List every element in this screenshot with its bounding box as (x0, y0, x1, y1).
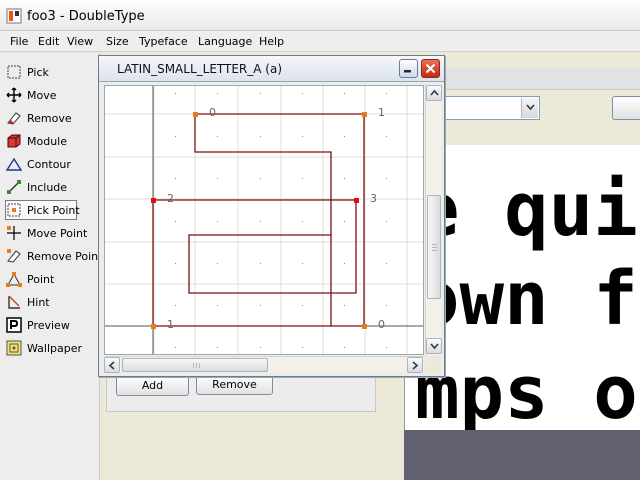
menu-view[interactable]: View (67, 35, 93, 48)
apply-button[interactable] (612, 96, 640, 120)
tool-palette: Pick Move Remove Module Contour Include … (0, 53, 102, 480)
remove-point-icon (7, 249, 21, 263)
eraser-icon (7, 112, 21, 125)
control-point-selected[interactable] (354, 198, 359, 203)
menu-edit[interactable]: Edit (38, 35, 59, 48)
menu-file[interactable]: File (10, 35, 28, 48)
glyph-canvas[interactable]: 0 1 2 3 1 0 (104, 85, 424, 355)
tool-remove-point[interactable]: Remove Point (6, 246, 102, 266)
tool-hint[interactable]: Hint (6, 292, 78, 312)
move-point-icon (7, 226, 21, 240)
menu-size[interactable]: Size (106, 35, 129, 48)
combo-arrow[interactable] (521, 98, 538, 118)
scroll-up-button[interactable] (426, 85, 442, 101)
chevron-down-icon (526, 104, 535, 111)
window-title: foo3 - DoubleType (27, 9, 145, 24)
menu-typeface[interactable]: Typeface (139, 35, 188, 48)
triangle-icon (6, 157, 22, 171)
tool-move-point[interactable]: Move Point (6, 223, 87, 243)
preview-line-2: own fo (415, 256, 640, 342)
point-icon (6, 272, 22, 287)
control-point-selected[interactable] (151, 198, 156, 203)
tool-point[interactable]: Point (6, 269, 78, 289)
title-bar: foo3 - DoubleType (0, 0, 640, 31)
tool-preview[interactable]: Preview (6, 315, 78, 335)
status-area (404, 430, 640, 480)
include-icon (7, 180, 21, 194)
move-arrows-icon (6, 87, 22, 103)
tool-move[interactable]: Move (6, 85, 78, 105)
point-label: 2 (167, 192, 174, 205)
scroll-down-button[interactable] (426, 338, 442, 354)
control-point[interactable] (151, 324, 156, 329)
glyph-outline (194, 113, 365, 327)
menu-bar: File Edit View Size Typeface Language He… (0, 31, 640, 52)
app-icon (6, 8, 22, 24)
tool-module[interactable]: Module (6, 131, 78, 151)
glyph-editor-title: LATIN_SMALL_LETTER_A (a) (117, 62, 283, 76)
point-label: 1 (378, 106, 385, 119)
point-label: 1 (167, 318, 174, 331)
menu-language[interactable]: Language (198, 35, 252, 48)
close-icon (425, 63, 436, 74)
chevron-left-icon (108, 361, 115, 370)
tool-pick[interactable]: Pick (6, 62, 78, 82)
chevron-up-icon (430, 89, 439, 96)
minimize-button[interactable] (399, 59, 418, 78)
horizontal-scrollbar[interactable] (104, 356, 424, 373)
control-point[interactable] (193, 112, 198, 117)
scroll-left-button[interactable] (104, 357, 120, 373)
scroll-right-button[interactable] (407, 357, 423, 373)
scroll-corner (425, 356, 441, 372)
cube-icon (7, 134, 21, 148)
minimize-icon (404, 70, 411, 73)
horizontal-scroll-thumb[interactable] (122, 358, 268, 372)
add-button[interactable]: Add (116, 375, 189, 396)
chevron-right-icon (412, 361, 419, 370)
remove-button[interactable]: Remove (196, 374, 273, 395)
point-label: 0 (209, 106, 216, 119)
tool-wallpaper[interactable]: Wallpaper (6, 338, 82, 358)
control-point[interactable] (362, 112, 367, 117)
chevron-down-icon (430, 343, 439, 350)
glyph-counter (153, 199, 357, 294)
tool-remove[interactable]: Remove (6, 108, 78, 128)
close-button[interactable] (421, 59, 440, 78)
pick-point-icon (7, 203, 21, 217)
point-label: 3 (370, 192, 377, 205)
wallpaper-icon (6, 340, 22, 356)
menu-help[interactable]: Help (259, 35, 284, 48)
vertical-scroll-thumb[interactable] (427, 195, 441, 299)
glyph-grid: 0 1 2 3 1 0 (105, 86, 423, 354)
tool-contour[interactable]: Contour (6, 154, 78, 174)
glyph-editor-window: LATIN_SMALL_LETTER_A (a) 0 1 2 3 1 0 (98, 55, 445, 377)
hint-icon (8, 295, 20, 309)
preview-line-3: mps ov (415, 350, 640, 430)
point-label: 0 (378, 318, 385, 331)
tool-pick-point[interactable]: Pick Point (5, 200, 80, 220)
control-point[interactable] (362, 324, 367, 329)
glyph-editor-titlebar[interactable]: LATIN_SMALL_LETTER_A (a) (99, 56, 444, 82)
preview-icon (6, 317, 22, 333)
pick-icon (7, 65, 21, 79)
vertical-scrollbar[interactable] (425, 85, 442, 355)
preview-line-1: e quic (415, 167, 640, 253)
tool-include[interactable]: Include (6, 177, 78, 197)
